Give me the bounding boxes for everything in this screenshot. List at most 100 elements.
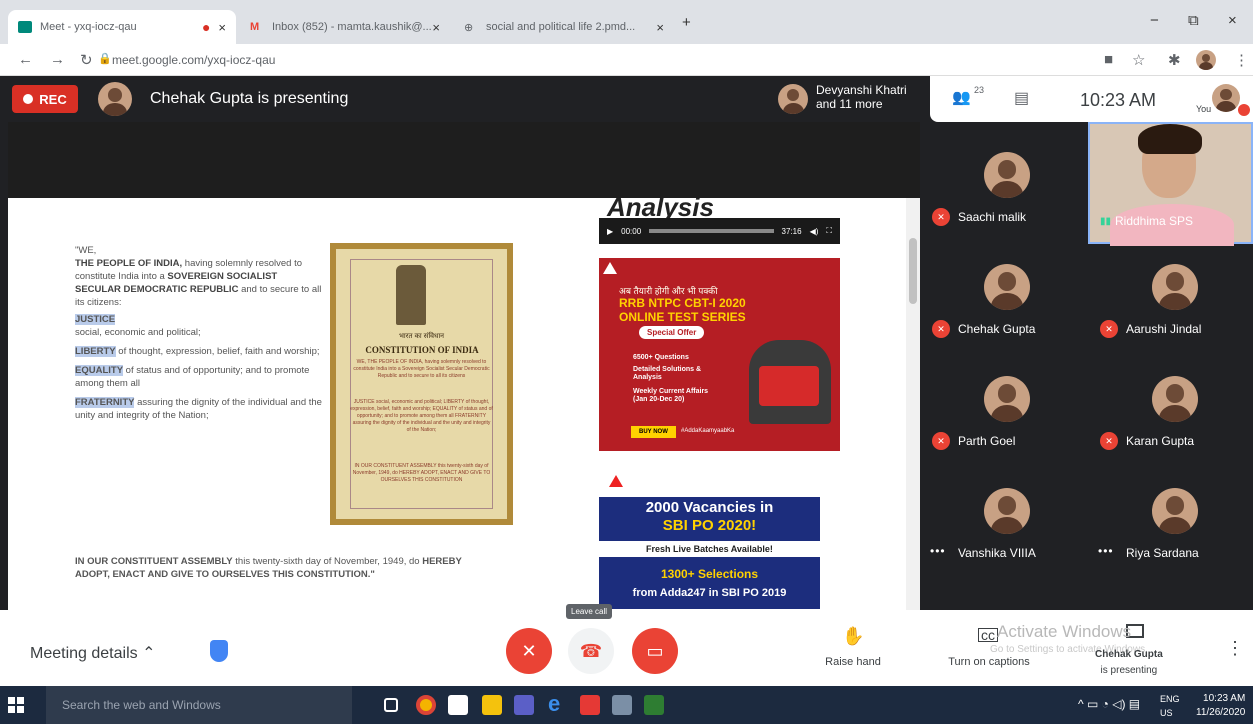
menu-icon[interactable]: ⋮ — [1234, 51, 1249, 69]
back-icon[interactable]: ← — [18, 51, 33, 68]
leave-call-button[interactable]: ☎ — [568, 628, 614, 674]
ad1-buy-button[interactable]: BUY NOW — [631, 426, 676, 438]
more-options-icon[interactable]: ••• — [930, 544, 946, 558]
close-tab-icon[interactable]: × — [218, 20, 226, 35]
rec-label: REC — [39, 91, 67, 107]
chat-icon[interactable]: ▤ — [1014, 88, 1029, 108]
activate-windows-watermark: Activate Windows — [997, 622, 1132, 641]
ad1-feature-2: Detailed Solutions & Analysis — [633, 366, 702, 381]
preamble-justice: JUSTICE — [75, 314, 116, 325]
video-current-time: 00:00 — [621, 226, 642, 236]
leave-call-tooltip: Leave call — [566, 604, 613, 619]
excel-icon[interactable] — [644, 695, 664, 715]
acrobat-icon[interactable] — [580, 695, 600, 715]
ad2-bar: Fresh Live Batches Available! — [599, 541, 820, 557]
presenter-status: Chehak Gupta is presenting — [1095, 647, 1163, 679]
language-indicator[interactable]: ENG US — [1160, 692, 1180, 720]
participant-tile[interactable]: ✕ Aarushi Jindal — [1088, 234, 1251, 346]
participant-tile[interactable]: ✕ Saachi malik — [920, 122, 1083, 234]
play-icon[interactable]: ▶ — [607, 227, 613, 236]
rrb-ntpc-ad[interactable]: अब तैयारी होगी और भी पक्की RRB NTPC CBT-… — [599, 258, 840, 451]
notepad-icon[interactable] — [612, 695, 632, 715]
participant-preview-more: and 11 more — [816, 97, 883, 111]
preamble-justice-text: social, economic and political; — [75, 327, 201, 338]
you-label: You — [1196, 104, 1212, 114]
ad1-feature-1: 6500+ Questions — [633, 354, 689, 361]
video-controls[interactable]: ▶ 00:00 37:16 ◀) ⛶ — [599, 218, 840, 244]
participant-tile[interactable]: ••• Vanshika VIIIA — [920, 458, 1083, 570]
mic-off-button[interactable]: ✕ — [506, 628, 552, 674]
new-tab-button[interactable]: + — [682, 14, 691, 31]
system-tray-icon[interactable]: ^ ▭ ◔ ◁) ▤ — [1078, 697, 1140, 711]
participant-tile[interactable]: ✕ Chehak Gupta — [920, 234, 1083, 346]
participant-avatar — [984, 376, 1030, 422]
participant-name: Riddhima SPS — [1115, 214, 1194, 228]
captions-label[interactable]: Turn on captions — [940, 656, 1038, 668]
gmail-icon: M — [250, 21, 260, 33]
participant-tile[interactable]: ••• Riya Sardana — [1088, 458, 1251, 570]
volume-icon[interactable]: ◀) — [810, 227, 819, 236]
sbi-po-ad[interactable]: Biggest Opportunity ! 2000 Vacancies in … — [599, 467, 820, 609]
close-window-button[interactable]: × — [1228, 12, 1237, 29]
close-tab-icon[interactable]: × — [656, 20, 664, 35]
participant-name: Saachi malik — [958, 210, 1027, 224]
preamble-adopt: ADOPT, ENACT AND GIVE TO OURSELVES THIS … — [75, 569, 375, 580]
close-tab-icon[interactable]: × — [432, 20, 440, 35]
tab-document[interactable]: ⊕ social and political life 2.pmd... × — [454, 10, 674, 44]
task-view-icon[interactable] — [384, 698, 398, 712]
participant-tile[interactable]: ✕ Parth Goel — [920, 346, 1083, 458]
constitution-body-1: WE, THE PEOPLE OF INDIA, having solemnly… — [353, 359, 490, 379]
captions-icon[interactable]: cc — [978, 628, 998, 642]
participant-name: Aarushi Jindal — [1126, 322, 1202, 336]
teams-icon[interactable] — [514, 695, 534, 715]
constitution-image: भारत का संविधान CONSTITUTION OF INDIA WE… — [330, 243, 513, 525]
reload-icon[interactable]: ↻ — [80, 51, 93, 69]
more-options-button[interactable]: ⋮ — [1226, 638, 1244, 659]
preamble-assembly: IN OUR CONSTITUENT ASSEMBLY — [75, 556, 233, 567]
tab-gmail[interactable]: M Inbox (852) - mamta.kaushik@... × — [240, 10, 450, 44]
people-icon[interactable]: 👥 — [952, 88, 971, 106]
chrome-icon[interactable] — [416, 695, 436, 715]
rec-dot-icon — [23, 94, 34, 104]
lock-icon: 🔒 — [98, 53, 112, 65]
profile-avatar[interactable] — [1196, 50, 1216, 70]
raise-hand-icon[interactable]: ✋ — [842, 626, 864, 647]
forward-icon[interactable]: → — [50, 51, 65, 68]
meeting-details-button[interactable]: Meeting details ⌃ — [30, 643, 155, 663]
extensions-icon[interactable]: ✱ — [1168, 51, 1181, 69]
participant-avatar — [984, 488, 1030, 534]
tab-meet[interactable]: Meet - yxq-iocz-qau ● × — [8, 10, 236, 44]
camera-icon[interactable]: ■ — [1104, 51, 1113, 68]
shield-icon[interactable] — [210, 640, 228, 662]
ad2-line4: 1300+ Selections — [660, 567, 759, 581]
region-code: US — [1160, 708, 1173, 718]
tab-title: Meet - yxq-iocz-qau — [40, 21, 137, 33]
url-field[interactable]: meet.google.com/yxq-iocz-qau — [112, 53, 275, 67]
mic-off-icon: ✕ — [1100, 320, 1118, 338]
fullscreen-icon[interactable]: ⛶ — [826, 226, 832, 236]
scrollbar-thumb[interactable] — [909, 238, 917, 304]
taskbar-clock[interactable]: 10:23 AM 11/26/2020 — [1196, 692, 1245, 720]
raise-hand-label[interactable]: Raise hand — [818, 656, 888, 668]
participant-avatar — [984, 264, 1030, 310]
restore-button[interactable]: ⧉ — [1188, 12, 1199, 29]
self-avatar[interactable] — [1212, 84, 1240, 112]
windows-start-icon[interactable] — [8, 697, 24, 713]
more-options-icon[interactable]: ••• — [1098, 544, 1114, 558]
minimize-button[interactable]: − — [1150, 12, 1159, 29]
participants-preview[interactable]: Devyanshi Khatri and 11 more — [816, 83, 907, 111]
store-icon[interactable] — [448, 695, 468, 715]
participant-tile-video[interactable]: ▮▮ Riddhima SPS — [1088, 122, 1253, 246]
video-progress[interactable] — [649, 229, 774, 233]
camera-off-button[interactable]: ▭ — [632, 628, 678, 674]
taskbar-search[interactable]: Search the web and Windows — [46, 686, 352, 724]
adda-logo-icon — [603, 262, 617, 274]
star-icon[interactable]: ☆ — [1132, 51, 1145, 69]
constitution-body-2: JUSTICE social, economic and political; … — [350, 399, 493, 433]
file-explorer-icon[interactable] — [482, 695, 502, 715]
participant-name: Karan Gupta — [1126, 434, 1195, 448]
participant-avatar — [1152, 376, 1198, 422]
edge-icon[interactable]: e — [548, 691, 568, 716]
participant-tile[interactable]: ✕ Karan Gupta — [1088, 346, 1251, 458]
recording-badge: REC — [12, 85, 78, 113]
